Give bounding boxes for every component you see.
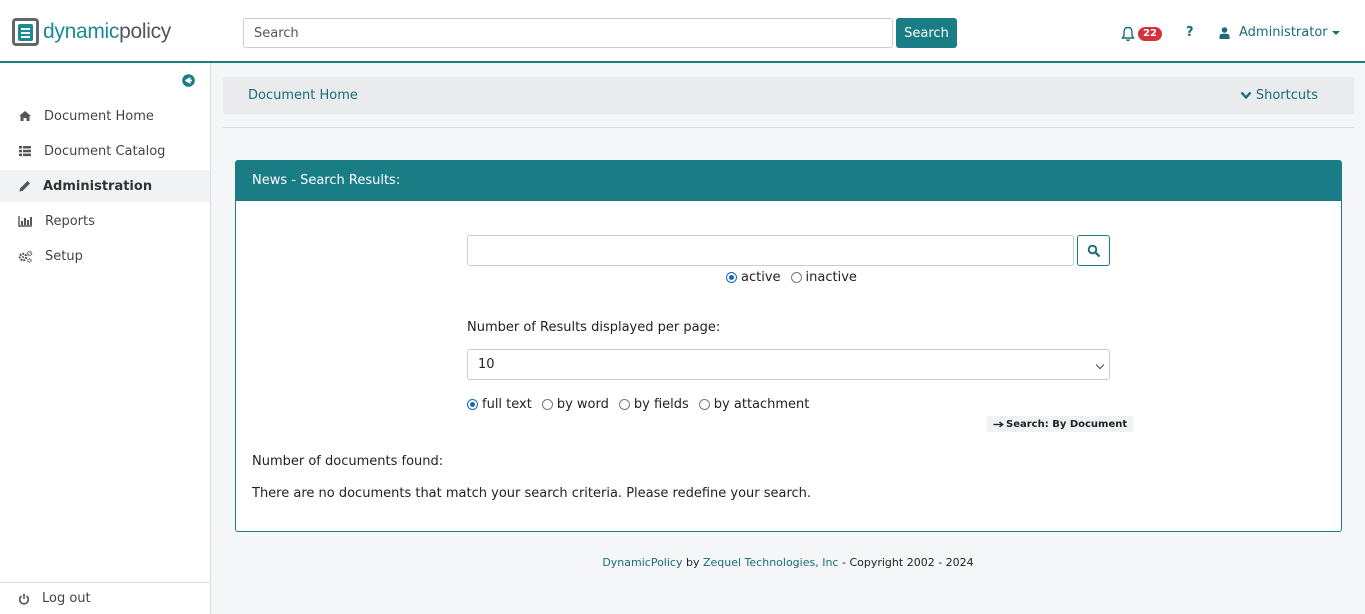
arrow-right-icon [993,420,1004,428]
footer-copyright: - Copyright 2002 - 2024 [841,556,974,569]
sidebar-item-administration[interactable]: Administration [0,170,210,202]
chevron-down-icon [1095,360,1105,370]
sidebar-item-label: Administration [43,178,153,194]
sidebar-item-setup[interactable]: Setup [0,240,210,272]
search-by-document-link[interactable]: Search: By Document [987,416,1134,432]
no-results-message: There are no documents that match your s… [252,486,812,501]
divider [223,127,1354,128]
per-page-select[interactable]: 10 [467,349,1110,380]
user-name: Administrator [1239,25,1328,40]
sidebar-item-document-catalog[interactable]: Document Catalog [0,135,210,167]
shortcuts-toggle[interactable]: Shortcuts [1240,88,1318,103]
notifications-bell-icon[interactable] [1121,26,1135,42]
bar-chart-icon [18,216,32,227]
sidebar-item-document-home[interactable]: Document Home [0,100,210,132]
global-search-input[interactable] [243,18,893,48]
breadcrumb-document-home[interactable]: Document Home [248,88,358,103]
radio-by-fields[interactable] [618,399,630,410]
radio-active-label: active [741,270,781,285]
radio-by-attachment[interactable] [698,399,710,410]
pencil-icon [19,181,30,192]
search-icon [1087,244,1100,257]
top-bar: dynamicpolicy Search 22 ? Administrator [0,0,1365,63]
gears-icon [18,250,33,263]
logout-button[interactable]: Log out [0,582,210,614]
footer-by: by [685,556,700,569]
radio-by-word-label: by word [556,397,609,412]
footer-company-link[interactable]: Zequel Technologies, Inc [703,556,839,569]
sidebar-item-reports[interactable]: Reports [0,205,210,237]
power-icon [18,593,30,605]
breadcrumb: Document Home Shortcuts [223,77,1354,114]
radio-inactive-label: inactive [805,270,857,285]
chevron-down-icon [1331,30,1340,35]
documents-found-label: Number of documents found: [252,454,444,469]
user-icon [1219,26,1230,39]
panel-title: News - Search Results: [236,161,1341,201]
help-icon[interactable]: ? [1186,25,1194,40]
radio-by-fields-label: by fields [633,397,689,412]
footer-product-link[interactable]: DynamicPolicy [602,556,682,569]
logo-text: dynamicpolicy [43,20,171,44]
sidebar-item-label: Reports [45,213,95,229]
radio-by-word[interactable] [541,399,553,410]
news-search-button[interactable] [1077,235,1110,266]
radio-full-text[interactable] [467,399,478,410]
sidebar-item-label: Setup [45,248,83,264]
footer: DynamicPolicy by Zequel Technologies, In… [0,556,1365,569]
per-page-value: 10 [478,357,495,372]
chevron-down-icon [1240,91,1252,99]
news-search-input[interactable] [467,235,1074,266]
radio-full-text-label: full text [482,397,532,412]
user-menu[interactable]: Administrator [1219,25,1340,40]
logout-label: Log out [42,591,91,606]
logo-text-part1: dynamic [43,20,120,43]
status-radio-group: active inactive [726,270,867,285]
news-search-panel: News - Search Results: active inactive N… [235,160,1342,532]
sidebar-item-label: Document Catalog [44,143,166,159]
logo-icon [12,18,39,46]
home-icon [19,111,31,121]
collapse-sidebar-icon[interactable] [182,74,195,87]
radio-by-attachment-label: by attachment [713,397,810,412]
global-search-button[interactable]: Search [896,18,957,48]
logo-text-part2: policy [119,20,171,43]
sidebar-item-label: Document Home [44,108,154,124]
notification-count-badge[interactable]: 22 [1138,27,1162,41]
search-by-document-label: Search: By Document [1006,418,1128,430]
radio-active[interactable] [726,272,737,283]
list-icon [19,146,31,157]
search-mode-radio-group: full text by word by fields by attachmen… [467,397,819,412]
radio-inactive[interactable] [790,272,802,283]
app-logo[interactable]: dynamicpolicy [12,17,171,47]
shortcuts-label: Shortcuts [1255,88,1318,103]
sidebar: Document Home Document Catalog Administr… [0,63,211,614]
per-page-label: Number of Results displayed per page: [467,320,721,335]
